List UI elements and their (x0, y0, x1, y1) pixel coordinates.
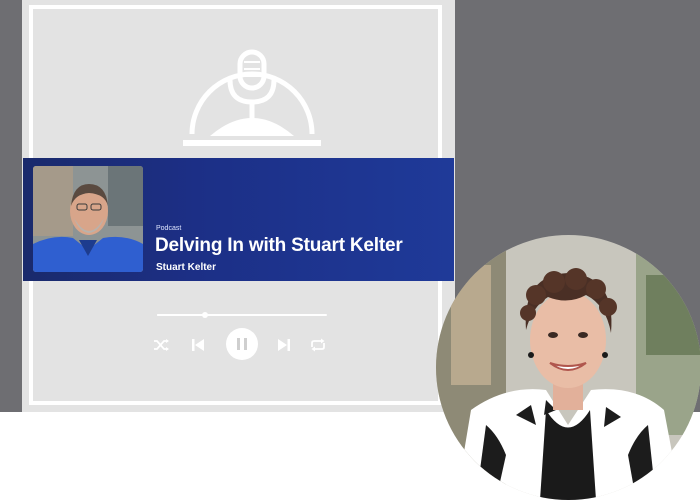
podcast-banner[interactable]: Podcast Delving In with Stuart Kelter St… (23, 158, 454, 281)
shuffle-button[interactable] (152, 335, 172, 355)
next-button[interactable] (274, 335, 294, 355)
progress-knob[interactable] (201, 312, 208, 318)
progress-fill (157, 314, 205, 316)
content-type-label: Podcast (156, 225, 182, 232)
repeat-icon (311, 338, 325, 352)
guest-portrait-photo (436, 235, 700, 500)
skip-next-icon (278, 339, 290, 351)
skip-previous-icon (192, 339, 204, 351)
shuffle-icon (154, 339, 169, 351)
podcast-cover-image (33, 166, 143, 272)
playback-progress-bar[interactable] (157, 312, 327, 318)
podcast-author[interactable]: Stuart Kelter (156, 262, 216, 273)
podcast-title[interactable]: Delving In with Stuart Kelter (155, 235, 403, 257)
pause-button[interactable] (226, 328, 258, 360)
previous-button[interactable] (188, 335, 208, 355)
pause-icon (237, 338, 247, 350)
microphone-dome-icon (183, 49, 321, 146)
repeat-button[interactable] (308, 335, 328, 355)
